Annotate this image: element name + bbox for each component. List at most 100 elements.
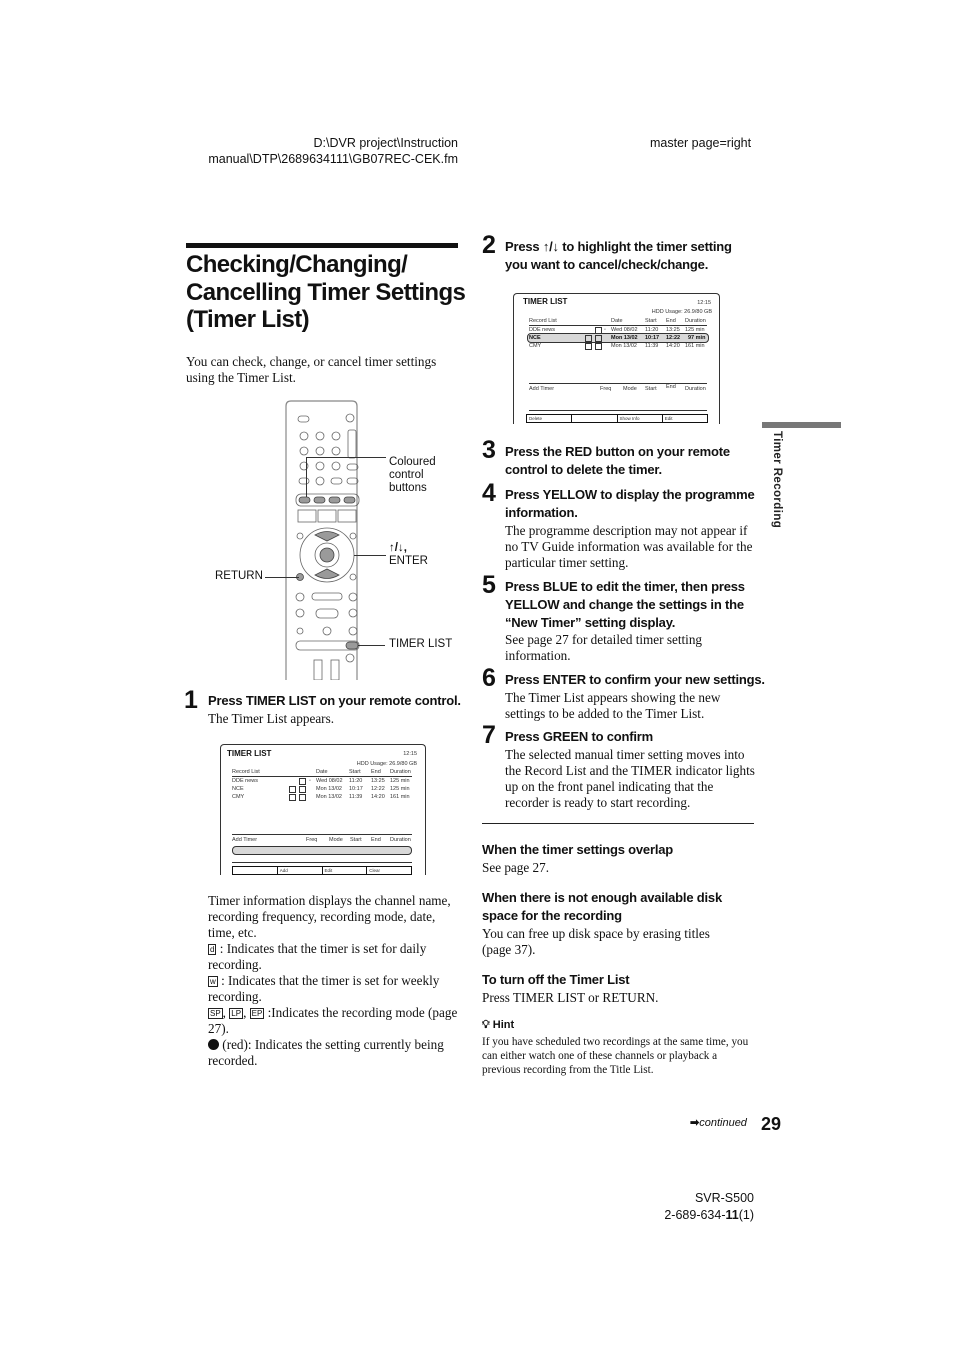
red-button <box>298 496 311 504</box>
step-body: See page 27 for detailed timer setting i… <box>505 632 703 663</box>
row-date: Mon 13/02 <box>611 343 637 349</box>
coloured-buttons-label: Coloured control buttons <box>389 456 436 495</box>
delete-action[interactable]: Delete <box>527 415 573 422</box>
legend-block: Timer information displays the channel n… <box>208 893 460 1069</box>
volume-rocker <box>347 429 357 459</box>
col-header: End <box>666 318 676 324</box>
enter-button <box>319 547 335 563</box>
legend-weekly: w : Indicates that the timer is set for … <box>208 973 460 1005</box>
edit-action[interactable]: Edit <box>323 867 368 874</box>
table-row[interactable]: CMY Mon 13/02 11:39 14:20 161 min <box>232 793 414 801</box>
leader-line <box>306 457 386 458</box>
clear-action[interactable]: Clear <box>367 867 411 874</box>
divider <box>529 383 707 384</box>
step-number: 4 <box>482 479 496 507</box>
row-channel: NCE <box>232 786 244 792</box>
arrow-right-icon: ➡ <box>690 1117 700 1129</box>
table-row[interactable]: DDE news ◦ Wed 08/02 11:20 13:25 125 min <box>232 777 414 785</box>
enter-label: ENTER <box>389 555 428 567</box>
col-header: Duration <box>390 837 411 843</box>
col-header: Add Timer <box>529 386 555 392</box>
row-start: 11:39 <box>645 343 659 349</box>
step-body: The Timer List appears. <box>208 711 334 726</box>
bullet: ◦ <box>309 778 311 784</box>
intro-text: You can check, change, or cancel timer s… <box>186 354 437 385</box>
col-header: End <box>371 837 381 843</box>
col-header: Date <box>611 318 623 324</box>
sp-mode-icon <box>595 343 602 350</box>
note-body: Press TIMER LIST or RETURN. <box>482 990 659 1005</box>
code-prefix: 2-689-634- <box>664 1208 726 1222</box>
row-end: 13:25 <box>371 778 385 784</box>
sp-icon: SP <box>208 1008 223 1019</box>
section-divider <box>482 823 754 824</box>
row-duration: 161 min <box>685 343 705 349</box>
col-header: Start <box>645 386 657 392</box>
record-list-header: Record List Date Start End Duration <box>529 317 711 325</box>
legend-text: (red): Indicates the setting currently b… <box>208 1037 444 1068</box>
power-button <box>345 413 355 423</box>
row-date: Wed 08/02 <box>316 778 343 784</box>
row-date: Mon 13/02 <box>316 794 342 800</box>
edit-action[interactable]: Edit <box>663 415 707 422</box>
add-action[interactable]: Add <box>278 867 323 874</box>
remote-button <box>297 415 310 423</box>
step-heading: Press GREEN to confirm <box>505 729 654 744</box>
legend-text: : Indicates that the timer is set for da… <box>208 941 427 972</box>
note-body: See page 27. <box>482 860 550 875</box>
row-date: Mon 13/02 <box>611 335 638 341</box>
section-tab-label: Timer Recording <box>771 431 783 529</box>
col-header: Start <box>350 837 362 843</box>
step-heading: Press YELLOW to display the programme in… <box>505 487 755 520</box>
weekly-icon: w <box>208 976 218 987</box>
col-header: Record List <box>232 769 260 775</box>
table-row[interactable]: CMY Mon 13/02 11:39 14:20 161 min <box>529 342 711 350</box>
remote-body <box>285 400 358 680</box>
model-info: SVR-S500 2-689-634-11(1) <box>600 1190 754 1224</box>
num-button <box>315 461 325 471</box>
down-arrow-button <box>314 568 340 579</box>
col-header: Start <box>645 318 657 324</box>
timer-list-screen-highlighted: TIMER LIST 12:15 HDD Usage: 26.9/80 GB R… <box>513 293 720 424</box>
file-path-line1: D:\DVR project\Instruction <box>313 136 459 150</box>
table-row[interactable]: NCE Mon 13/02 10:17 12:22 125 min <box>232 785 414 793</box>
timer-list-screen: TIMER LIST 12:15 HDD Usage: 26.9/80 GB R… <box>220 744 426 875</box>
title-line: Checking/Changing/ <box>186 251 408 278</box>
step-body: The Timer List appears showing the new s… <box>505 690 721 721</box>
daily-icon <box>585 343 592 350</box>
hint-body: If you have scheduled two recordings at … <box>482 1036 749 1076</box>
add-timer-input[interactable] <box>232 846 412 855</box>
green-button <box>313 496 326 504</box>
legend-text: :Indicates the recording mode (page 27). <box>208 1005 458 1036</box>
red-action[interactable] <box>233 867 278 874</box>
up-arrow-button <box>314 531 340 542</box>
green-action[interactable] <box>572 415 618 422</box>
step-number: 5 <box>482 571 496 599</box>
table-row-selected[interactable]: NCE Mon 13/02 10:17 12:22 97 min <box>529 334 711 342</box>
title-line: (Timer List) <box>186 306 310 333</box>
row-channel: CMY <box>232 794 245 800</box>
note-heading: To turn off the Timer List <box>482 972 630 987</box>
timer-list-label: TIMER LIST <box>389 638 453 650</box>
arrows-label: ↑/↓, <box>389 542 407 554</box>
weekly-icon <box>289 786 296 793</box>
row-start: 10:17 <box>645 335 660 341</box>
legend-mode: SP, LP, EP :Indicates the recording mode… <box>208 1005 458 1036</box>
screen-clock: 12:15 <box>697 300 711 306</box>
recording-dot-icon <box>208 1039 219 1050</box>
row-date: Mon 13/02 <box>316 786 342 792</box>
file-path: D:\DVR project\Instruction manual\DTP\26… <box>180 135 458 167</box>
screen-button-bar: Delete Show Info Edit <box>526 414 708 423</box>
step-heading: Press BLUE to edit the timer, then press… <box>505 579 745 630</box>
col-header: End <box>666 384 676 390</box>
num-button <box>299 431 309 441</box>
model-number: SVR-S500 <box>694 1191 754 1205</box>
continued-label: continued <box>699 1117 747 1129</box>
show-info-action[interactable]: Show Info <box>618 415 663 422</box>
step-heading: Press TIMER LIST on your remote control. <box>208 693 461 708</box>
legend-daily: d : Indicates that the timer is set for … <box>208 941 460 973</box>
num-button <box>331 431 341 441</box>
add-timer-header: Add Timer Freq Mode Start End Duration <box>529 384 711 393</box>
step-number: 2 <box>482 231 496 259</box>
legend-intro: Timer information displays the channel n… <box>208 893 451 940</box>
